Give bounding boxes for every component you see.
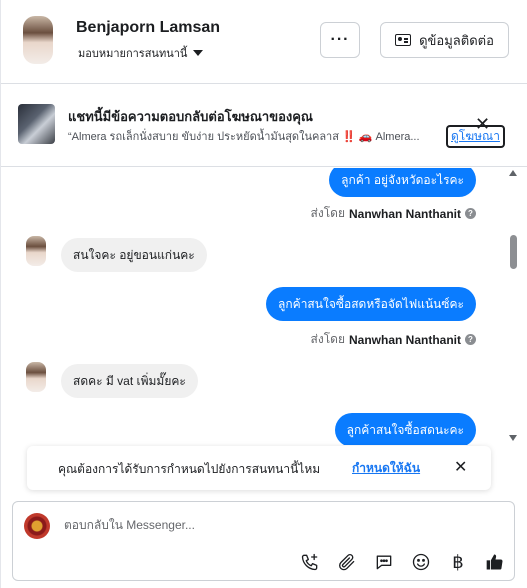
emoji-icon[interactable] [410,551,432,573]
add-call-icon[interactable] [299,551,321,573]
sent-by-prefix: ส่งโดย [310,206,345,220]
messenger-chat-panel: Benjaporn Lamsan มอบหมายการสนทนานี้ ··· … [0,0,527,588]
info-icon[interactable]: ? [465,334,476,345]
sent-by-name: Nanwhan Nanthanit [348,332,461,347]
message-bubble-outgoing[interactable]: ลูกค้าสนใจซื้อสดหรือจัดไฟแน้นซ์คะ [266,287,476,321]
page-avatar [24,513,50,539]
ad-reply-banner: แชทนี้มีข้อความตอบกลับต่อโฆษณาของคุณ “Al… [1,85,527,167]
caret-down-icon [193,50,204,56]
assign-to-me-link[interactable]: กำหนดให้ฉัน [352,459,420,478]
info-icon[interactable]: ? [465,208,476,219]
reply-input[interactable] [64,518,444,532]
assign-reminder-question: คุณต้องการได้รับการกำหนดไปยังการสนทนานี้… [58,462,321,476]
close-icon[interactable]: ✕ [454,457,467,477]
assign-label: มอบหมายการสนทนานี้ [78,48,188,60]
sent-by-label: ส่งโดย Nanwhan Nanthanit ? [311,204,476,223]
chat-header: Benjaporn Lamsan มอบหมายการสนทนานี้ ··· … [1,0,527,84]
ad-banner-text: “Almera รถเล็กนั่งสบาย ขับง่าย ประหยัดน้… [68,131,420,143]
sent-by-name: Nanwhan Nanthanit [348,206,461,221]
contact-avatar-small [26,362,46,392]
contact-avatar-small [26,236,46,266]
attachment-icon[interactable] [336,551,358,573]
scroll-down-arrow-icon[interactable] [509,435,517,441]
message-bubble-outgoing[interactable]: ลูกค้าสนใจซื้อสดนะคะ [334,413,476,445]
scrollbar-thumb[interactable] [510,235,517,269]
message-bubble-incoming[interactable]: สดคะ มี vat เพิ่มมั๊ยคะ [61,364,198,398]
saved-reply-icon[interactable] [373,551,395,573]
reply-composer: ฿ [12,501,515,581]
assign-conversation-dropdown[interactable]: มอบหมายการสนทนานี้ [78,44,204,62]
contact-card-icon [395,34,412,46]
thumbs-up-icon[interactable] [484,551,506,573]
ad-thumbnail[interactable] [18,104,55,144]
close-icon[interactable]: ✕ [475,115,490,133]
sent-by-prefix: ส่งโดย [310,332,345,346]
message-bubble-outgoing[interactable]: ลูกค้า อยู่จังหวัดอะไรคะ [329,168,476,197]
sent-by-label: ส่งโดย Nanwhan Nanthanit ? [311,330,476,349]
view-contact-info-label: ดูข้อมูลติดต่อ [419,32,494,48]
view-contact-info-button[interactable]: ดูข้อมูลติดต่อ [380,22,509,58]
contact-avatar[interactable] [23,16,53,64]
baht-payment-icon[interactable]: ฿ [447,551,469,573]
more-options-button[interactable]: ··· [320,22,360,58]
ad-banner-title: แชทนี้มีข้อความตอบกลับต่อโฆษณาของคุณ [68,109,313,124]
message-bubble-incoming[interactable]: สนใจคะ อยู่ขอนแก่นคะ [61,238,207,272]
contact-name[interactable]: Benjaporn Lamsan [76,19,220,37]
scroll-up-arrow-icon[interactable] [509,170,517,176]
message-thread[interactable]: ลูกค้า อยู่จังหวัดอะไรคะ ส่งโดย Nanwhan … [1,168,519,445]
composer-toolbar: ฿ [299,551,506,573]
assign-reminder-prompt: คุณต้องการได้รับการกำหนดไปยังการสนทนานี้… [27,446,491,490]
